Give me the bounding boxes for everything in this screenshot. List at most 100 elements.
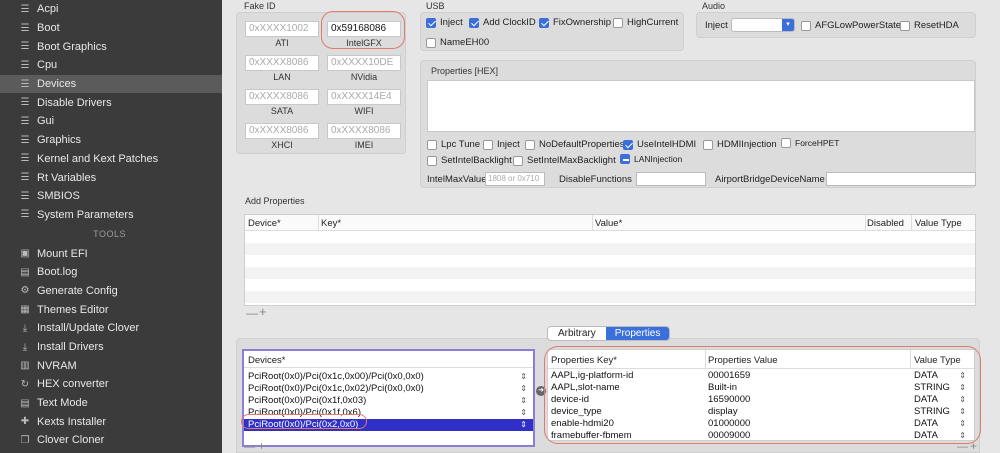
airport-bridge-label: AirportBridgeDeviceName [715,174,825,185]
checkbox-icon [781,138,791,148]
audio-reset-hda-checkbox[interactable]: ResetHDA [900,20,959,31]
intel-max-value-input[interactable]: 1808 or 0x710 [485,172,545,186]
tools-header: TOOLS [93,229,126,240]
lpc-tune-checkbox[interactable]: Lpc Tune [427,139,480,150]
stepper-icon[interactable]: ⇕ [520,419,527,431]
divider [318,215,319,231]
use-intel-hdmi-checkbox[interactable]: UseIntelHDMI [623,139,696,150]
tool-boot-log[interactable]: ▤ Boot.log [0,263,222,282]
sidebar-item-devices[interactable]: ☰ Devices [0,74,222,94]
col-disabled: Disabled [867,218,904,229]
tool-clover-cloner[interactable]: ❐ Clover Cloner [0,431,222,450]
segmented-control: Arbitrary Properties [547,326,671,341]
usb-inject-checkbox[interactable]: Inject [426,17,463,28]
tool-nvram[interactable]: ▥ NVRAM [0,356,222,375]
sidebar-item-acpi[interactable]: ☰ Acpi [0,0,222,19]
sidebar-item-boot-graphics[interactable]: ☰ Boot Graphics [0,37,222,56]
add-device-button[interactable]: + [258,439,265,453]
stepper-icon[interactable]: ⇕ [520,407,527,419]
device-row[interactable]: PciRoot(0x0)/Pci(0x1c,0x02)/Pci(0x0,0x0)… [244,383,533,395]
fake-id-imei-field[interactable]: 0xXXXX8086 [327,123,401,139]
force-hpet-checkbox[interactable]: ForceHPET [781,138,839,148]
sidebar-item-gui[interactable]: ☰ Gui [0,112,222,131]
stepper-icon[interactable]: ⇕ [520,395,527,407]
stepper-icon[interactable]: ⇕ [520,371,527,383]
download-icon: ⤓ [22,322,28,334]
highlight-intelgfx [321,11,405,49]
sidebar-item-smbios[interactable]: ☰ SMBIOS [0,187,222,206]
fake-id-sata-label: SATA [270,106,294,116]
tab-arbitrary[interactable]: Arbitrary [548,327,606,340]
sidebar-item-graphics[interactable]: ☰ Graphics [0,131,222,150]
list-icon: ☰ [20,153,30,165]
tool-install-update-clover[interactable]: ⤓ Install/Update Clover [0,319,222,338]
device-row[interactable]: PciRoot(0x0)/Pci(0x1f,0x03) ⇕ [244,395,533,407]
properties-hex-textarea[interactable] [427,80,975,132]
add-properties-title: Add Properties [245,196,305,206]
usb-add-clockid-checkbox[interactable]: Add ClockID [469,17,536,28]
remove-prop-button[interactable]: — [957,441,968,453]
inject-checkbox[interactable]: Inject [483,139,520,150]
airport-bridge-input[interactable] [826,172,976,186]
col-key: Key* [321,218,342,229]
checkbox-icon [620,154,630,164]
sidebar-item-boot[interactable]: ☰ Boot [0,19,222,38]
list-icon: ☰ [20,209,30,221]
fake-id-sata-field[interactable]: 0xXXXX8086 [245,89,319,105]
sidebar-item-kernel-kext-patches[interactable]: ☰ Kernel and Kext Patches [0,150,222,169]
remove-property-button[interactable]: — [246,306,258,320]
checkbox-icon [427,155,437,166]
fake-id-nvidia-field[interactable]: 0xXXXX10DE [327,55,401,71]
fake-id-xhci-field[interactable]: 0xXXXX8086 [245,123,319,139]
fake-id-ati-field[interactable]: 0xXXXX1002 [245,21,319,37]
lan-injection-checkbox[interactable]: LANInjection [620,154,682,164]
fake-id-nvidia-label: NVidia [350,72,378,82]
fake-id-xhci-label: XHCI [271,140,293,150]
tool-install-drivers[interactable]: ⤓ Install Drivers [0,338,222,357]
fake-id-lan-field[interactable]: 0xXXXX8086 [245,55,319,71]
no-default-properties-checkbox[interactable]: NoDefaultProperties [525,139,625,150]
tool-text-mode[interactable]: ▤ Text Mode [0,394,222,413]
device-row[interactable]: PciRoot(0x0)/Pci(0x1c,0x00)/Pci(0x0,0x0)… [244,371,533,383]
set-intel-max-backlight-checkbox[interactable]: SetIntelMaxBacklight [513,155,616,166]
usb-name-eh00-checkbox[interactable]: NameEH00 [426,37,489,48]
tool-generate-config[interactable]: ⚙ Generate Config [0,282,222,301]
remove-device-button[interactable]: — [244,441,255,453]
audio-inject-select[interactable]: ▾ [731,18,795,32]
disable-functions-input[interactable] [636,172,706,186]
divider [865,215,866,231]
devices-table[interactable]: Devices* PciRoot(0x0)/Pci(0x1c,0x00)/Pci… [242,349,535,447]
stepper-icon[interactable]: ⇕ [520,383,527,395]
list-icon: ☰ [20,22,30,34]
fake-id-imei-label: IMEI [354,140,374,150]
tab-properties[interactable]: Properties [605,327,670,340]
tool-themes-editor[interactable]: ▦ Themes Editor [0,300,222,319]
audio-afg-low-power-checkbox[interactable]: AFGLowPowerState [801,20,901,31]
usb-high-current-checkbox[interactable]: HighCurrent [613,17,678,28]
usb-fix-ownership-checkbox[interactable]: FixOwnership [539,17,611,28]
set-intel-backlight-checkbox[interactable]: SetIntelBacklight [427,155,512,166]
checkbox-icon [703,139,713,150]
table-row [245,243,975,255]
tool-kexts-installer[interactable]: ✚ Kexts Installer [0,412,222,431]
divider [911,215,912,231]
add-prop-button[interactable]: + [970,439,977,453]
sidebar-item-disable-drivers[interactable]: ☰ Disable Drivers [0,93,222,112]
fake-id-wifi-field[interactable]: 0xXXXX14E4 [327,89,401,105]
download-icon: ⤓ [22,341,28,353]
tool-mount-efi[interactable]: ▣ Mount EFI [0,244,222,263]
sidebar-item-rt-variables[interactable]: ☰ Rt Variables [0,168,222,187]
sidebar-item-system-parameters[interactable]: ☰ System Parameters [0,206,222,225]
copy-icon: ❐ [20,434,30,446]
add-properties-table[interactable]: Device* Key* Value* Disabled Value Type [244,214,976,306]
divider [592,215,593,231]
sidebar-item-cpu[interactable]: ☰ Cpu [0,56,222,75]
hdmi-injection-checkbox[interactable]: HDMIInjection [703,139,777,150]
chevron-down-icon: ▾ [782,19,794,31]
tool-hex-converter[interactable]: ↻ HEX converter [0,375,222,394]
add-property-button[interactable]: + [259,304,267,319]
document-icon: ▤ [20,397,30,409]
divider [244,367,533,368]
list-icon: ☰ [20,59,30,71]
disable-functions-label: DisableFunctions [559,174,632,185]
